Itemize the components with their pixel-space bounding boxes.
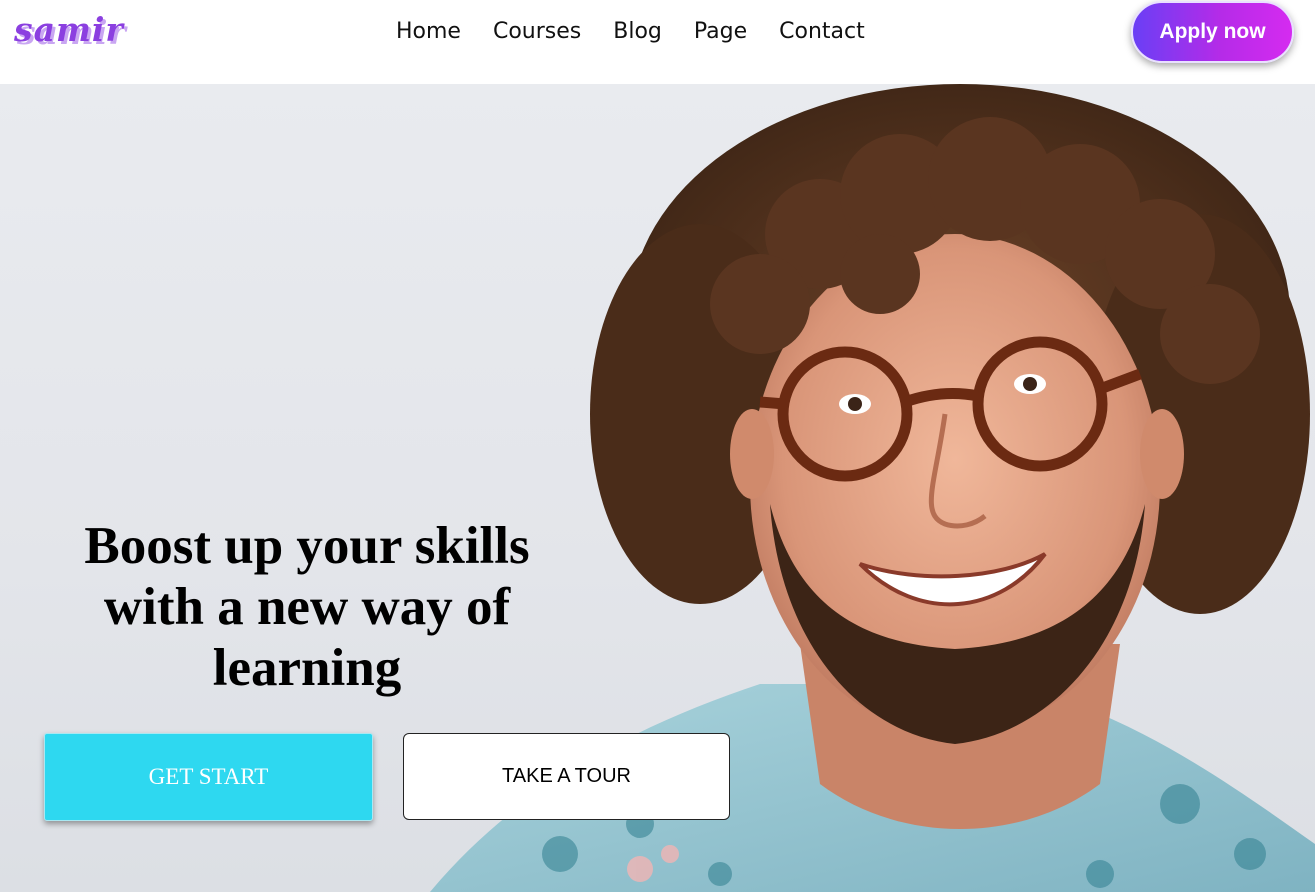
hero-title: Boost up your skills with a new way of l… (84, 517, 530, 697)
site-header: samir Home Courses Blog Page Contact App… (0, 0, 1315, 84)
take-a-tour-button[interactable]: TAKE A TOUR (403, 733, 730, 820)
nav-page[interactable]: Page (694, 19, 747, 44)
hero-section: Boost up your skills with a new way of l… (0, 84, 1315, 892)
logo[interactable]: samir (14, 10, 124, 49)
nav-home[interactable]: Home (396, 19, 461, 44)
main-nav: Home Courses Blog Page Contact (396, 19, 865, 44)
nav-courses[interactable]: Courses (493, 19, 581, 44)
nav-blog[interactable]: Blog (613, 19, 662, 44)
apply-now-button[interactable]: Apply now (1131, 1, 1294, 63)
nav-contact[interactable]: Contact (779, 19, 865, 44)
get-start-button[interactable]: GET START (44, 733, 373, 821)
